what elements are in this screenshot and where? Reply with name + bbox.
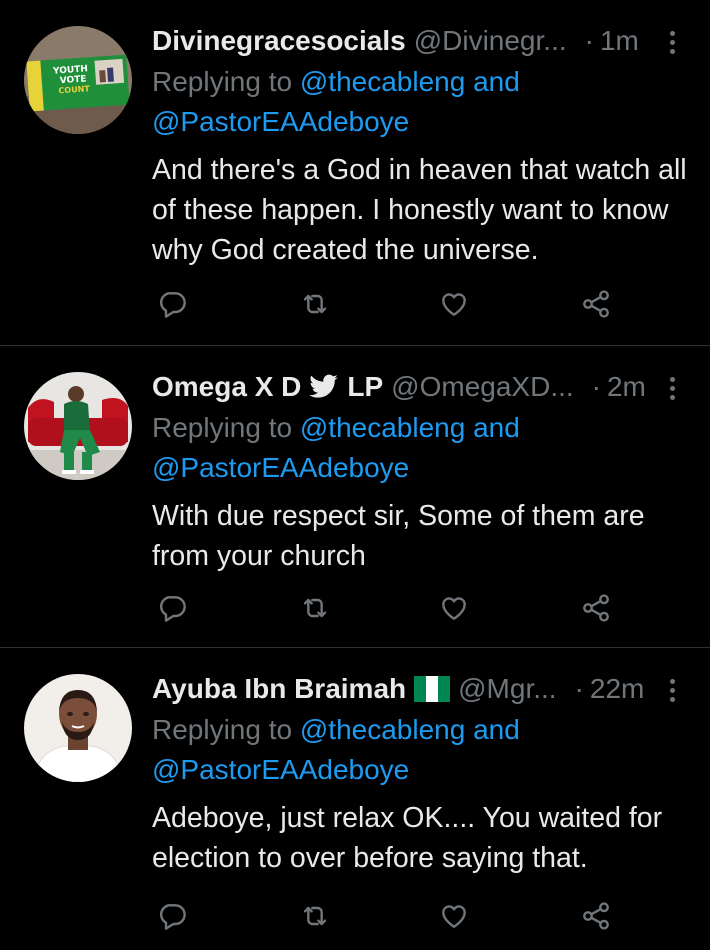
- timestamp[interactable]: 22m: [590, 668, 644, 710]
- avatar-image: [24, 372, 132, 480]
- tweet-text: With due respect sir, Some of them are f…: [152, 500, 645, 572]
- tweet[interactable]: YOUTH VOTE COUNT FREE! Divinegracesocial…: [0, 0, 710, 346]
- reply-icon[interactable]: [152, 896, 192, 936]
- reply-icon[interactable]: [152, 588, 192, 628]
- avatar[interactable]: YOUTH VOTE COUNT FREE!: [24, 26, 132, 134]
- separator-dot: ·: [574, 673, 584, 704]
- tweet-header: Divinegracesocials @Divinegr... · 1m: [152, 20, 690, 62]
- more-icon[interactable]: [662, 676, 682, 704]
- replying-label: Replying to: [152, 66, 293, 97]
- mention-link[interactable]: @PastorEAAdeboye: [152, 754, 409, 785]
- nigeria-flag-icon: [414, 676, 451, 702]
- timestamp[interactable]: 2m: [607, 366, 646, 408]
- replying-to: Replying to @thecableng and: [152, 710, 690, 750]
- avatar-image: YOUTH VOTE COUNT FREE!: [24, 26, 132, 134]
- twitter-bird-icon: [309, 374, 339, 400]
- tweet[interactable]: Omega X D LP @OmegaXD... · 2m Replying t…: [0, 346, 710, 648]
- mention-link[interactable]: @PastorEAAdeboye: [152, 452, 409, 483]
- tweet-text: Adeboye, just relax OK.... You waited fo…: [152, 802, 663, 874]
- more-icon[interactable]: [662, 374, 682, 402]
- avatar[interactable]: [24, 372, 132, 480]
- like-icon[interactable]: [434, 588, 474, 628]
- like-icon[interactable]: [434, 896, 474, 936]
- timestamp[interactable]: 1m: [600, 20, 639, 62]
- tweet-header: Ayuba Ibn Braimah @Mgr... · 22m: [152, 668, 690, 710]
- user-handle[interactable]: @Divinegr...: [414, 20, 567, 62]
- tweet-header: Omega X D LP @OmegaXD... · 2m: [152, 366, 690, 408]
- avatar[interactable]: [24, 674, 132, 782]
- replying-and: and: [473, 412, 520, 443]
- like-icon[interactable]: [434, 284, 474, 324]
- separator-dot: ·: [591, 371, 601, 402]
- display-name[interactable]: Divinegracesocials: [152, 20, 406, 62]
- user-handle[interactable]: @OmegaXD...: [391, 366, 573, 408]
- reply-icon[interactable]: [152, 284, 192, 324]
- replying-label: Replying to: [152, 412, 293, 443]
- replying-to: Replying to @thecableng and: [152, 408, 690, 448]
- retweet-icon[interactable]: [295, 588, 335, 628]
- retweet-icon[interactable]: [295, 284, 335, 324]
- replying-and: and: [473, 714, 520, 745]
- more-icon[interactable]: [662, 28, 682, 56]
- display-name[interactable]: Ayuba Ibn Braimah: [152, 668, 406, 710]
- tweet-text: And there's a God in heaven that watch a…: [152, 154, 687, 266]
- share-icon[interactable]: [576, 284, 616, 324]
- share-icon[interactable]: [576, 588, 616, 628]
- mention-link[interactable]: @thecableng: [300, 412, 465, 443]
- replying-label: Replying to: [152, 714, 293, 745]
- avatar-text: FREE!: [43, 74, 53, 97]
- replying-to: Replying to @thecableng and: [152, 62, 690, 102]
- avatar-image: [24, 674, 132, 782]
- tweet-actions: [152, 284, 622, 324]
- display-name[interactable]: Omega X D: [152, 366, 301, 408]
- mention-link[interactable]: @thecableng: [300, 714, 465, 745]
- share-icon[interactable]: [576, 896, 616, 936]
- tweet-actions: [152, 896, 622, 936]
- mention-link[interactable]: @thecableng: [300, 66, 465, 97]
- tweet-actions: [152, 588, 622, 628]
- separator-dot: ·: [584, 25, 594, 56]
- tweet[interactable]: Ayuba Ibn Braimah @Mgr... · 22m Replying…: [0, 648, 710, 950]
- retweet-icon[interactable]: [295, 896, 335, 936]
- mention-link[interactable]: @PastorEAAdeboye: [152, 106, 409, 137]
- user-handle[interactable]: @Mgr...: [458, 668, 556, 710]
- replying-and: and: [473, 66, 520, 97]
- display-name-suffix: LP: [347, 371, 384, 402]
